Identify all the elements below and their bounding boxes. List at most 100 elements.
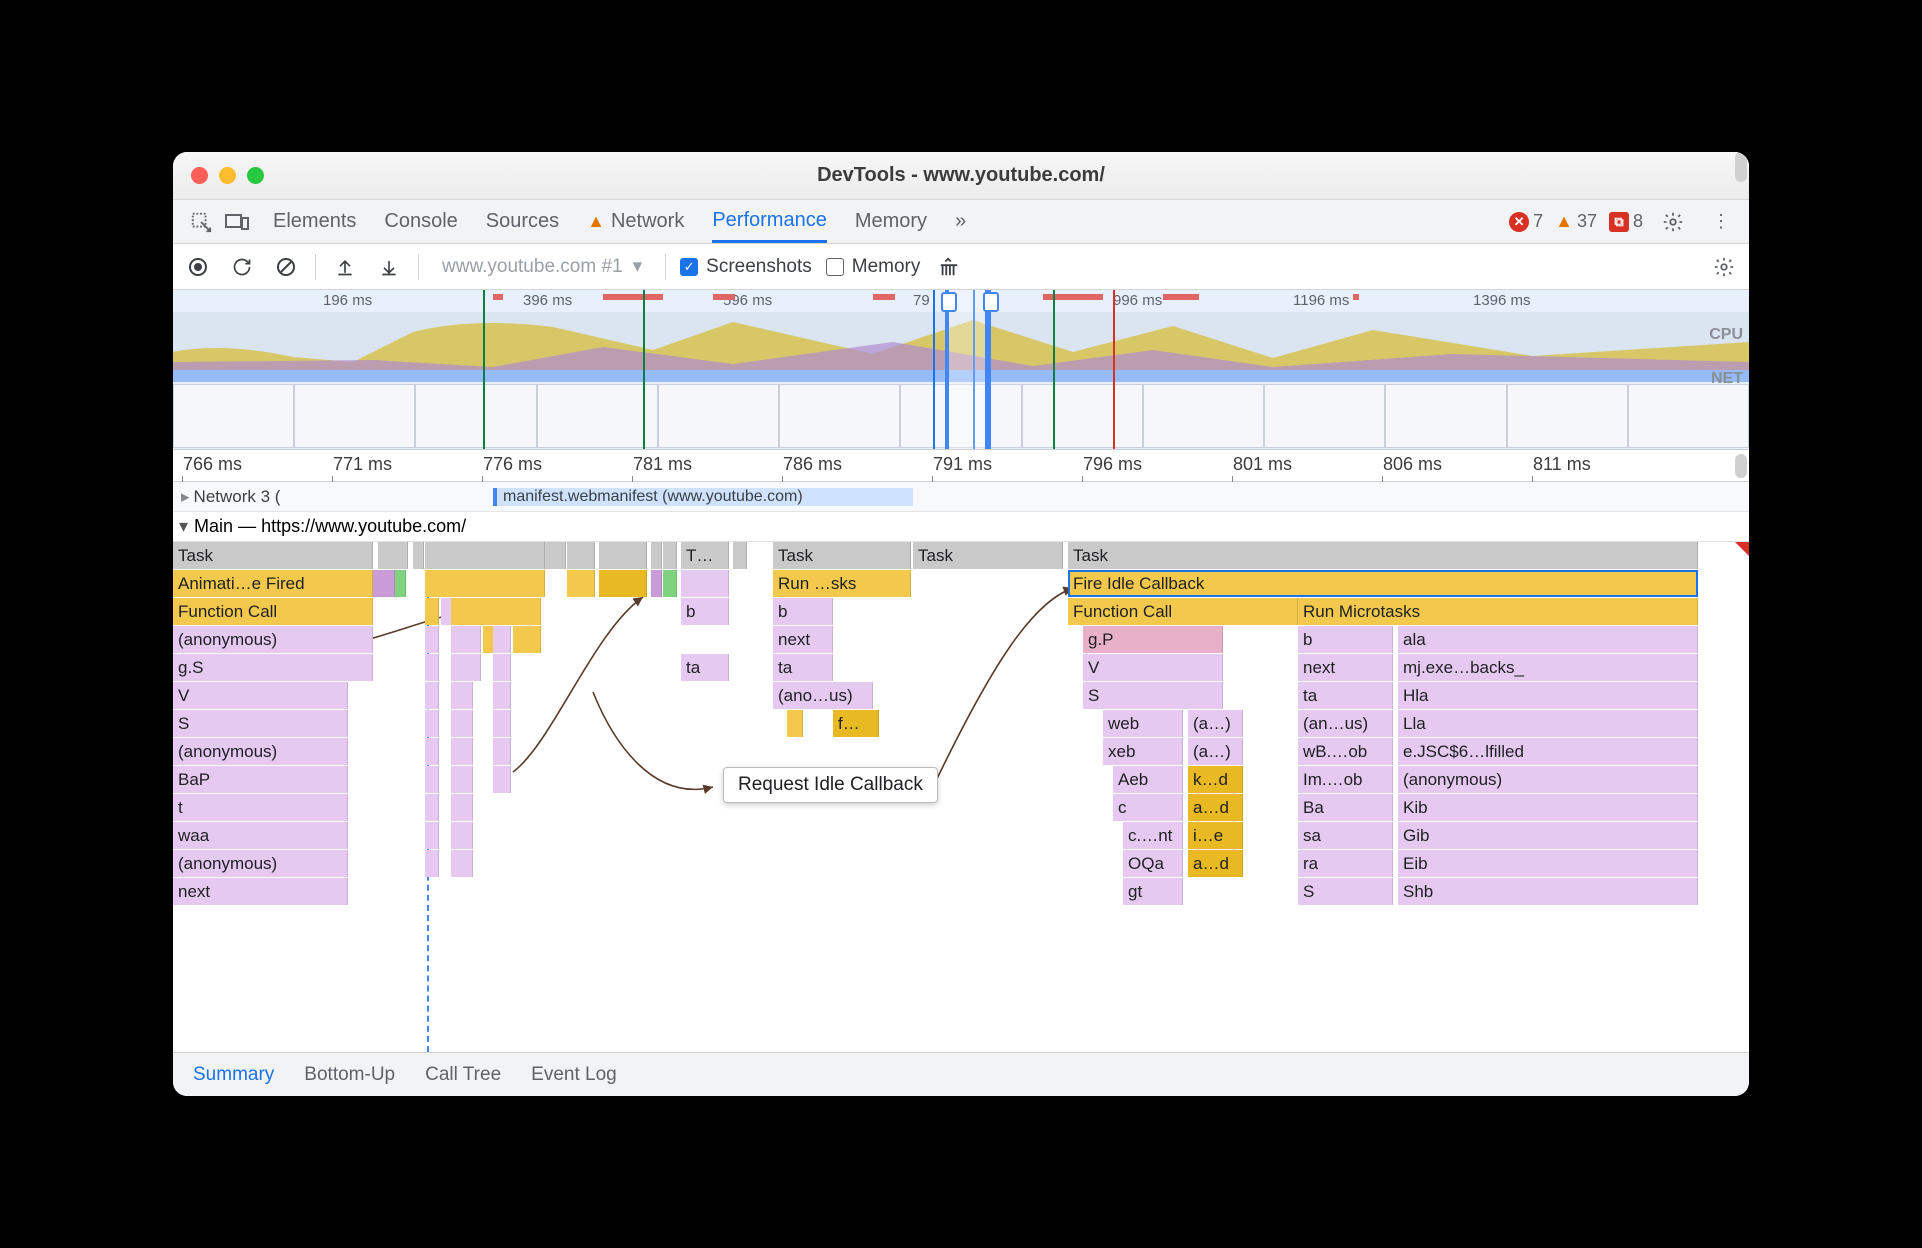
- flame-segment[interactable]: [451, 626, 481, 653]
- flame-segment[interactable]: (anonymous): [173, 850, 348, 877]
- flame-segment[interactable]: [425, 654, 439, 681]
- flame-segment[interactable]: V: [1083, 654, 1223, 681]
- tab-summary[interactable]: Summary: [193, 1064, 274, 1086]
- garbage-collect-icon[interactable]: [934, 252, 964, 282]
- flame-segment[interactable]: [395, 570, 406, 597]
- selection-handle-right[interactable]: [987, 290, 991, 449]
- flame-segment[interactable]: Function Call: [173, 598, 373, 625]
- flame-segment[interactable]: Aeb: [1113, 766, 1183, 793]
- flame-segment[interactable]: Fire Idle Callback: [1068, 570, 1698, 597]
- flame-segment[interactable]: (a…): [1188, 738, 1243, 765]
- flame-segment[interactable]: ta: [1298, 682, 1393, 709]
- flame-segment[interactable]: (a…): [1188, 710, 1243, 737]
- violations-badge[interactable]: ⧉ 8: [1609, 211, 1643, 232]
- selection-handle-left[interactable]: [945, 290, 949, 449]
- flame-segment[interactable]: waa: [173, 822, 348, 849]
- flame-segment[interactable]: Gib: [1398, 822, 1698, 849]
- tab-memory[interactable]: Memory: [855, 201, 927, 242]
- flame-segment[interactable]: [663, 542, 677, 569]
- collapse-icon[interactable]: ▾: [179, 516, 188, 537]
- flame-segment[interactable]: k…d: [1188, 766, 1243, 793]
- flame-segment[interactable]: Shb: [1398, 878, 1698, 905]
- main-track-header[interactable]: ▾ Main — https://www.youtube.com/: [173, 512, 1749, 542]
- flame-segment[interactable]: [378, 542, 408, 569]
- flame-segment[interactable]: (anonymous): [1398, 766, 1698, 793]
- flame-segment[interactable]: Lla: [1398, 710, 1698, 737]
- flame-segment[interactable]: sa: [1298, 822, 1393, 849]
- flame-segment[interactable]: [425, 682, 439, 709]
- flame-segment[interactable]: next: [1298, 654, 1393, 681]
- timeline-overview[interactable]: 196 ms 396 ms 596 ms 79 996 ms 1196 ms 1…: [173, 290, 1749, 450]
- tab-network[interactable]: ▲ Network: [587, 201, 684, 242]
- record-icon[interactable]: [183, 252, 213, 282]
- flame-segment[interactable]: [567, 570, 595, 597]
- expand-icon[interactable]: ▸: [181, 487, 190, 507]
- flame-segment[interactable]: b: [681, 598, 729, 625]
- flame-segment[interactable]: ta: [773, 654, 833, 681]
- tab-bottom-up[interactable]: Bottom-Up: [304, 1064, 395, 1086]
- flame-segment[interactable]: [493, 682, 511, 709]
- flame-segment[interactable]: f…: [833, 710, 879, 737]
- flame-segment[interactable]: S: [173, 710, 348, 737]
- flame-segment[interactable]: [451, 682, 473, 709]
- flame-segment[interactable]: [451, 598, 541, 625]
- flame-segment[interactable]: Ba: [1298, 794, 1393, 821]
- clear-icon[interactable]: [271, 252, 301, 282]
- flame-segment[interactable]: (ano…us): [773, 682, 873, 709]
- errors-badge[interactable]: ✕ 7: [1509, 211, 1543, 232]
- flame-segment[interactable]: [451, 822, 473, 849]
- recording-dropdown[interactable]: www.youtube.com #1 ▾: [433, 251, 651, 282]
- tab-call-tree[interactable]: Call Tree: [425, 1064, 501, 1086]
- flame-segment[interactable]: Task: [913, 542, 1063, 569]
- flame-segment[interactable]: a…d: [1188, 850, 1243, 877]
- flame-segment[interactable]: [555, 542, 566, 569]
- flame-segment[interactable]: [513, 626, 541, 653]
- flame-segment[interactable]: OQa: [1123, 850, 1183, 877]
- flame-segment[interactable]: b: [773, 598, 833, 625]
- flame-segment[interactable]: [425, 626, 439, 653]
- flame-segment[interactable]: [451, 710, 473, 737]
- flame-segment[interactable]: [451, 654, 481, 681]
- flame-segment[interactable]: [787, 710, 803, 737]
- tab-elements[interactable]: Elements: [273, 201, 356, 242]
- flame-segment[interactable]: [567, 542, 595, 569]
- flame-segment[interactable]: Hla: [1398, 682, 1698, 709]
- flame-segment[interactable]: wB.…ob: [1298, 738, 1393, 765]
- flame-segment[interactable]: [425, 598, 439, 625]
- flame-segment[interactable]: [425, 850, 439, 877]
- flame-chart[interactable]: Request Idle Callback TaskT…TaskTaskTask…: [173, 542, 1749, 1052]
- overview-selection[interactable]: [945, 290, 987, 449]
- screenshots-checkbox[interactable]: ✓ Screenshots: [680, 256, 812, 278]
- flame-segment[interactable]: BaP: [173, 766, 348, 793]
- flame-segment[interactable]: [599, 570, 647, 597]
- flame-segment[interactable]: i…e: [1188, 822, 1243, 849]
- panel-settings-icon[interactable]: [1709, 252, 1739, 282]
- flame-segment[interactable]: [493, 710, 511, 737]
- flame-segment[interactable]: [493, 626, 511, 653]
- flame-segment[interactable]: Function Call: [1068, 598, 1298, 625]
- flame-segment[interactable]: [373, 570, 395, 597]
- flame-segment[interactable]: web: [1103, 710, 1183, 737]
- tab-sources[interactable]: Sources: [486, 201, 559, 242]
- network-track[interactable]: ▸ Network 3 ( manifest.webmanifest (www.…: [173, 482, 1749, 512]
- detail-ruler[interactable]: 766 ms 771 ms 776 ms 781 ms 786 ms 791 m…: [173, 450, 1749, 482]
- flame-segment[interactable]: [425, 738, 439, 765]
- download-icon[interactable]: [374, 252, 404, 282]
- flame-segment[interactable]: V: [173, 682, 348, 709]
- device-toggle-icon[interactable]: [219, 204, 255, 240]
- flame-segment[interactable]: Run …sks: [773, 570, 911, 597]
- flame-segment[interactable]: Task: [173, 542, 373, 569]
- flame-segment[interactable]: Task: [773, 542, 911, 569]
- flame-segment[interactable]: g.S: [173, 654, 373, 681]
- warnings-badge[interactable]: ▲ 37: [1555, 211, 1597, 232]
- network-request-bar[interactable]: manifest.webmanifest (www.youtube.com): [493, 488, 913, 506]
- flame-segment[interactable]: [425, 542, 545, 569]
- tab-event-log[interactable]: Event Log: [531, 1064, 617, 1086]
- flame-segment[interactable]: Task: [1068, 542, 1698, 569]
- flame-segment[interactable]: a…d: [1188, 794, 1243, 821]
- main-scrollbar[interactable]: [1735, 152, 1747, 182]
- flame-segment[interactable]: [425, 570, 545, 597]
- flame-segment[interactable]: (anonymous): [173, 738, 348, 765]
- flame-segment[interactable]: S: [1298, 878, 1393, 905]
- ruler-scrollbar[interactable]: [1735, 454, 1747, 478]
